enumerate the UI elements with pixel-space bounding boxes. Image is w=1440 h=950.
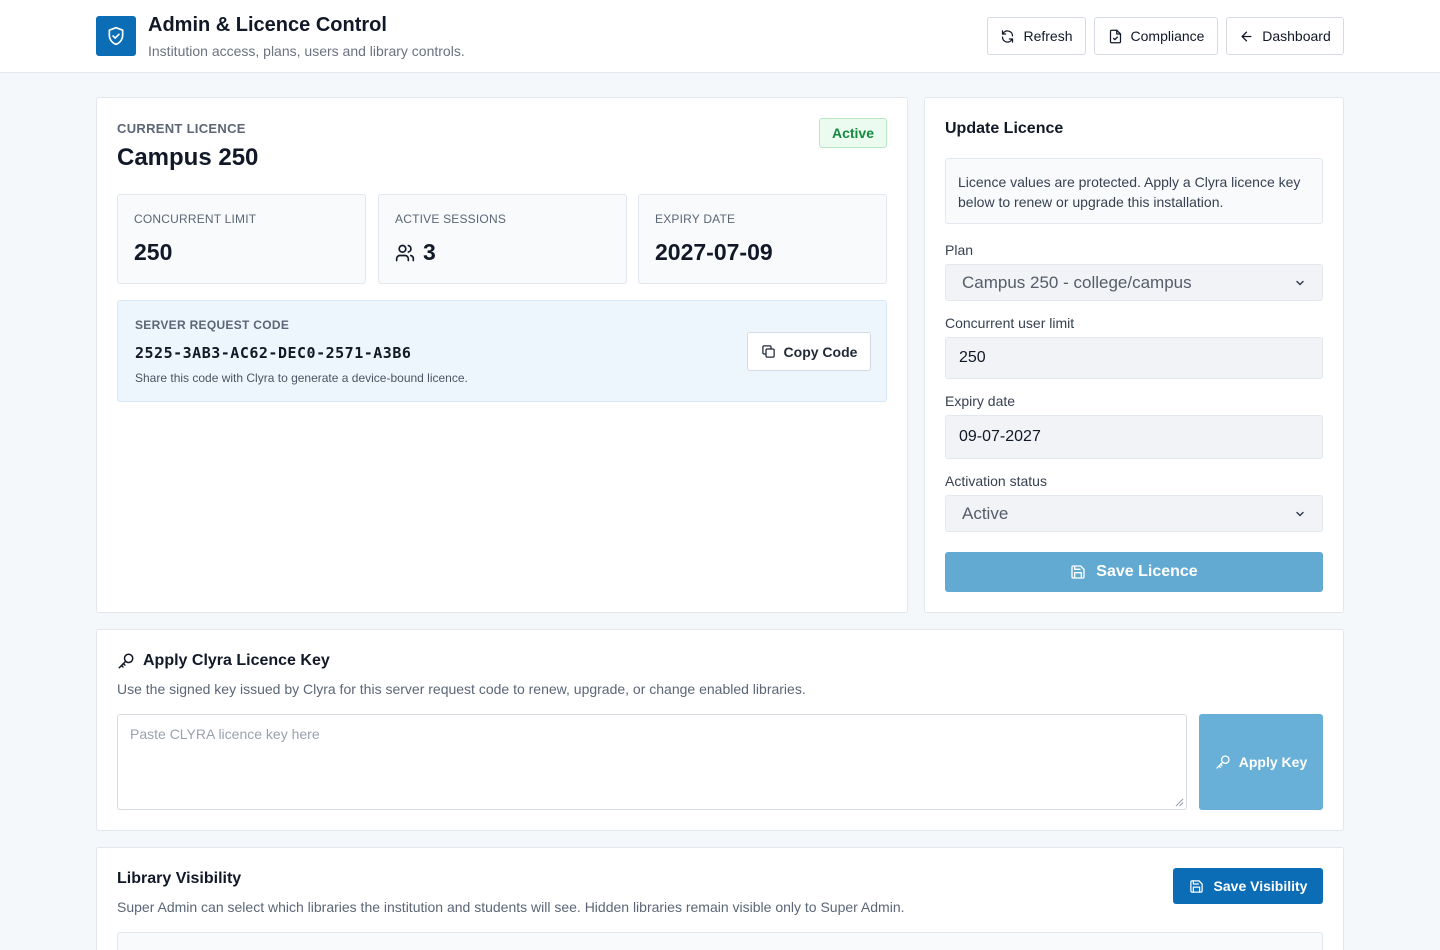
app-subtitle: Institution access, plans, users and lib… — [148, 43, 465, 59]
current-plan-name: Campus 250 — [117, 144, 259, 171]
users-icon — [395, 243, 415, 263]
request-code: 2525-3AB3-AC62-DEC0-2571-A3B6 — [135, 344, 412, 362]
activation-status-select[interactable]: Active — [945, 495, 1323, 532]
save-icon — [1070, 564, 1086, 580]
dashboard-label: Dashboard — [1262, 28, 1331, 44]
plan-select-value: Campus 250 - college/campus — [962, 272, 1192, 292]
apply-key-title: Apply Clyra Licence Key — [143, 652, 330, 669]
key-icon — [117, 652, 135, 670]
plan-select[interactable]: Campus 250 - college/campus — [945, 264, 1323, 301]
stat-value: 3 — [395, 239, 436, 266]
arrow-left-icon — [1239, 29, 1254, 44]
status-badge: Active — [819, 118, 887, 148]
stat-label: CONCURRENT LIMIT — [134, 212, 257, 226]
top-bar: Admin & Licence Control Institution acce… — [0, 0, 1440, 73]
apply-key-button[interactable]: Apply Key — [1199, 714, 1323, 810]
refresh-label: Refresh — [1023, 28, 1073, 44]
file-check-icon — [1108, 29, 1123, 44]
apply-key-description: Use the signed key issued by Clyra for t… — [117, 681, 806, 697]
stat-value: 250 — [134, 239, 172, 266]
expiry-label: Expiry date — [945, 393, 1016, 409]
concurrent-limit-field[interactable]: 250 — [945, 337, 1323, 379]
save-icon — [1189, 879, 1204, 894]
licence-info-note: Licence values are protected. Apply a Cl… — [945, 158, 1323, 224]
stat-label: ACTIVE SESSIONS — [395, 212, 507, 226]
limit-label: Concurrent user limit — [945, 315, 1075, 331]
stat-label: EXPIRY DATE — [655, 212, 736, 226]
save-visibility-button[interactable]: Save Visibility — [1173, 868, 1323, 904]
concurrent-limit-input-value: 250 — [959, 349, 986, 366]
refresh-button[interactable]: Refresh — [987, 17, 1086, 55]
apply-key-label: Apply Key — [1238, 754, 1308, 770]
licence-key-textarea[interactable]: Paste CLYRA licence key here — [117, 714, 1187, 810]
plan-label: Plan — [945, 242, 974, 258]
copy-code-label: Copy Code — [783, 343, 858, 360]
activation-status-label: Activation status — [945, 473, 1047, 489]
request-code-note: Share this code with Clyra to generate a… — [135, 371, 468, 385]
shield-logo-icon — [96, 16, 136, 56]
save-visibility-label: Save Visibility — [1213, 878, 1308, 894]
compliance-label: Compliance — [1130, 28, 1205, 44]
expiry-date-value: 2027-07-09 — [655, 239, 773, 265]
chevron-down-icon — [1294, 508, 1306, 520]
stat-value: 2027-07-09 — [655, 239, 773, 266]
expiry-date-field[interactable]: 09-07-2027 — [945, 415, 1323, 459]
licence-key-placeholder: Paste CLYRA licence key here — [130, 726, 320, 742]
save-licence-label: Save Licence — [1096, 563, 1198, 580]
concurrent-limit-value: 250 — [134, 239, 173, 265]
app-title: Admin & Licence Control — [148, 14, 387, 36]
save-licence-button[interactable]: Save Licence — [945, 552, 1323, 592]
update-licence-title: Update Licence — [945, 120, 1064, 137]
library-visibility-description: Super Admin can select which libraries t… — [117, 899, 905, 915]
apply-key-heading: Apply Clyra Licence Key — [117, 652, 330, 670]
current-licence-eyebrow: CURRENT LICENCE — [117, 121, 246, 136]
compliance-button[interactable]: Compliance — [1094, 17, 1218, 55]
copy-code-button[interactable]: Copy Code — [747, 332, 871, 371]
stat-active-sessions: ACTIVE SESSIONS 3 — [378, 194, 627, 284]
active-sessions-value: 3 — [423, 239, 436, 265]
activation-status-value: Active — [962, 503, 1009, 523]
dashboard-button[interactable]: Dashboard — [1226, 17, 1344, 55]
library-visibility-title: Library Visibility — [117, 870, 242, 887]
refresh-icon — [1000, 29, 1015, 44]
server-request-panel: SERVER REQUEST CODE 2525-3AB3-AC62-DEC0-… — [117, 300, 887, 402]
library-list-panel — [117, 932, 1323, 950]
copy-icon — [761, 344, 776, 359]
key-icon — [1215, 754, 1231, 770]
stat-concurrent-limit: CONCURRENT LIMIT 250 — [117, 194, 366, 284]
stat-expiry-date: EXPIRY DATE 2027-07-09 — [638, 194, 887, 284]
chevron-down-icon — [1294, 277, 1306, 289]
request-code-label: SERVER REQUEST CODE — [135, 318, 290, 332]
resize-handle-icon[interactable] — [1175, 798, 1184, 807]
expiry-date-input-value: 09-07-2027 — [959, 428, 1041, 445]
